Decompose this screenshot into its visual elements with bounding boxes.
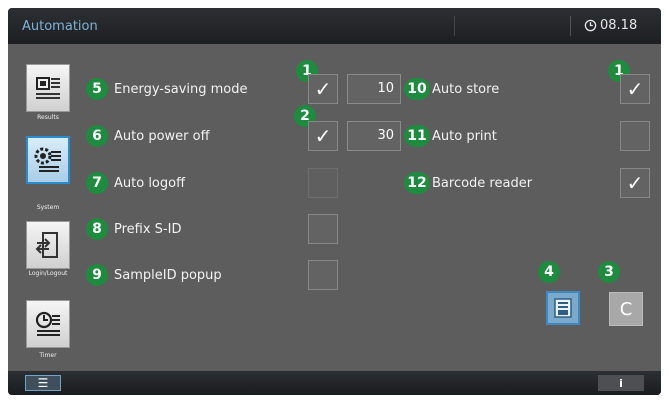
results-icon xyxy=(36,77,60,99)
sidebar-system-button[interactable] xyxy=(26,136,70,184)
title-divider xyxy=(454,16,455,36)
device-screen: Automation 08.18 Results System Login/Lo… xyxy=(8,8,661,395)
sampleid-popup-checkbox[interactable] xyxy=(308,260,338,290)
clock-icon xyxy=(584,19,597,32)
sidebar-login-logout-button[interactable] xyxy=(26,221,70,269)
sidebar-timer-button[interactable] xyxy=(26,300,70,348)
auto-print-checkbox[interactable] xyxy=(620,121,650,151)
clock: 08.18 xyxy=(584,18,637,33)
auto-logoff-label: Auto logoff xyxy=(114,176,186,191)
bottom-bar: ☰ i xyxy=(8,371,661,395)
login-logout-icon xyxy=(35,232,58,258)
prefix-s-id-label: Prefix S-ID xyxy=(114,222,182,237)
barcode-reader-label: Barcode reader xyxy=(432,176,533,191)
callout-badge: 5 xyxy=(86,78,108,100)
auto-store-checkbox[interactable]: ✓ xyxy=(620,74,650,104)
auto-logoff-checkbox[interactable] xyxy=(308,168,338,198)
callout-badge: 11 xyxy=(404,125,430,147)
menu-icon: ☰ xyxy=(37,376,49,390)
auto-store-label: Auto store xyxy=(432,82,500,97)
screen-title: Automation xyxy=(22,19,98,34)
title-bar: Automation 08.18 xyxy=(8,8,661,44)
auto-power-off-minutes-field[interactable]: 30 xyxy=(347,121,401,151)
sidebar-system-label: System xyxy=(36,204,60,211)
callout-badge: 3 xyxy=(598,261,620,283)
callout-badge: 6 xyxy=(86,125,108,147)
sidebar-timer-label: Timer xyxy=(39,352,57,359)
callout-badge: 4 xyxy=(538,261,560,283)
clock-time: 08.18 xyxy=(600,18,638,33)
callout-badge: 10 xyxy=(404,78,430,100)
info-button[interactable]: i xyxy=(598,375,644,391)
callout-badge: 9 xyxy=(86,264,108,286)
save-button[interactable] xyxy=(546,291,580,325)
barcode-reader-checkbox[interactable]: ✓ xyxy=(620,168,650,198)
timer-icon xyxy=(35,311,60,336)
system-icon xyxy=(34,147,61,172)
sidebar-results-label: Results xyxy=(37,114,59,121)
clear-button[interactable]: C xyxy=(609,292,643,326)
title-divider xyxy=(570,16,571,36)
callout-badge: 8 xyxy=(86,218,108,240)
info-icon: i xyxy=(619,376,623,390)
menu-button[interactable]: ☰ xyxy=(25,375,61,391)
prefix-s-id-checkbox[interactable] xyxy=(308,214,338,244)
energy-saving-minutes-field[interactable]: 10 xyxy=(347,74,401,104)
energy-saving-mode-label: Energy-saving mode xyxy=(114,82,248,97)
sampleid-popup-label: SampleID popup xyxy=(114,268,222,283)
auto-power-off-checkbox[interactable]: ✓ xyxy=(308,121,338,151)
energy-saving-mode-checkbox[interactable]: ✓ xyxy=(308,74,338,104)
auto-power-off-label: Auto power off xyxy=(114,129,210,144)
auto-print-label: Auto print xyxy=(432,129,497,144)
save-icon xyxy=(554,298,572,318)
callout-badge: 12 xyxy=(404,172,430,194)
sidebar-login-logout-label: Login/Logout xyxy=(28,270,68,277)
callout-badge: 7 xyxy=(86,172,108,194)
sidebar-results-button[interactable] xyxy=(26,64,70,112)
